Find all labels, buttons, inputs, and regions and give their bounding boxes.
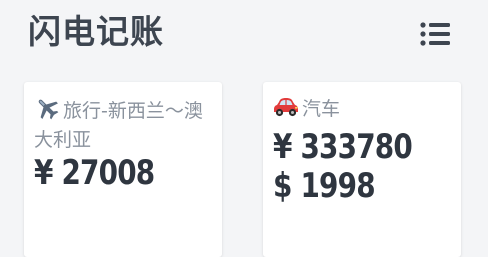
card-label-text: 汽车 <box>302 98 341 120</box>
account-card-car[interactable]: 汽车 ¥ 333780 $ 1998 <box>263 82 461 257</box>
account-card-travel[interactable]: 旅行-新西兰～澳大利亚 ¥ 27008 <box>24 82 222 257</box>
card-label: 旅行-新西兰～澳大利亚 <box>34 96 214 153</box>
airplane-icon <box>34 96 60 127</box>
car-icon <box>273 96 299 125</box>
card-label: 汽车 <box>273 96 453 125</box>
amount-cny: ¥ 333780 <box>273 127 413 167</box>
amount-usd: $ 1998 <box>273 166 376 206</box>
list-menu-icon <box>420 22 450 46</box>
menu-button[interactable] <box>419 20 453 48</box>
app-title: 闪电记账 <box>28 12 164 51</box>
app-header: 闪电记账 <box>0 0 488 66</box>
amount-cny: ¥ 27008 <box>34 153 155 193</box>
